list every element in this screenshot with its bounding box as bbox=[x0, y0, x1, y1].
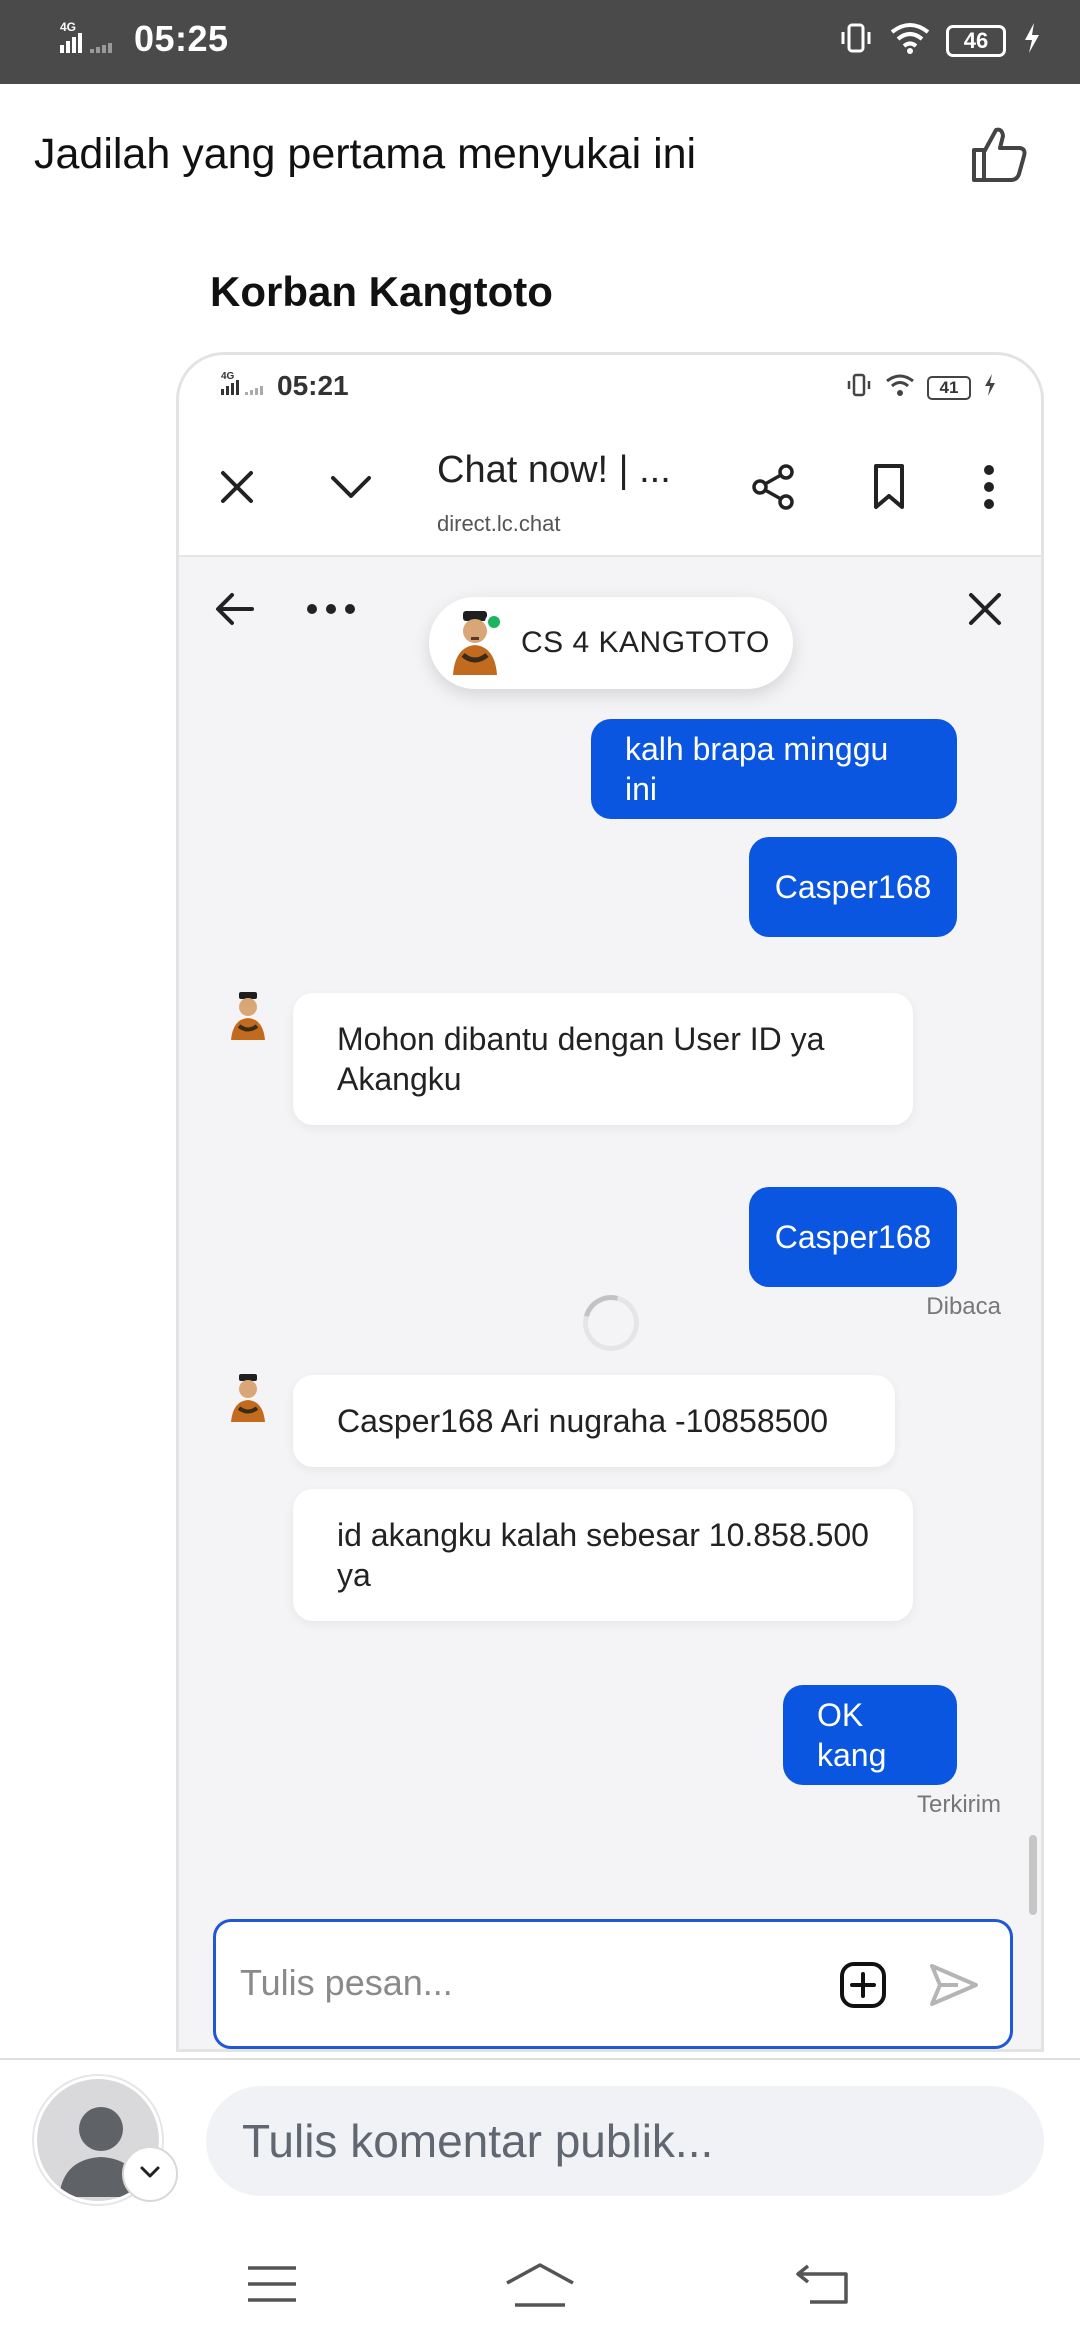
status-bar: 4G 05:25 46 bbox=[0, 0, 1080, 84]
read-receipt: Dibaca bbox=[926, 1293, 1001, 1320]
wifi-icon bbox=[890, 20, 930, 61]
share-button[interactable] bbox=[743, 459, 803, 519]
attached-screenshot[interactable]: 4G 05:21 41 Chat now! | ... direct.lc.ch… bbox=[176, 352, 1044, 2052]
avatar-switch-button[interactable] bbox=[122, 2146, 178, 2202]
page-url: direct.lc.chat bbox=[437, 511, 561, 536]
divider bbox=[0, 2058, 1080, 2060]
share-icon bbox=[748, 462, 798, 517]
browser-toolbar: Chat now! | ... direct.lc.chat bbox=[179, 419, 1041, 557]
inner-status-bar: 4G 05:21 41 bbox=[179, 355, 1041, 419]
back-arrow-icon bbox=[214, 589, 256, 634]
agent-avatar-small bbox=[225, 991, 271, 1041]
agent-pill[interactable]: CS 4 KANGTOTO bbox=[429, 597, 793, 689]
message-out[interactable]: kalh brapa minggu ini bbox=[591, 719, 957, 819]
home-icon bbox=[505, 2261, 575, 2312]
agent-avatar bbox=[445, 609, 505, 677]
signal-icon: 4G bbox=[58, 19, 120, 60]
loading-spinner bbox=[572, 1284, 650, 1362]
more-horiz-icon bbox=[305, 602, 357, 621]
message-out[interactable]: Casper168 bbox=[749, 837, 957, 937]
comment-input[interactable]: Tulis komentar publik... bbox=[206, 2086, 1044, 2196]
message-input-placeholder: Tulis pesan... bbox=[240, 1962, 453, 2003]
status-time: 05:25 bbox=[134, 18, 229, 59]
back-icon bbox=[794, 2262, 850, 2311]
signal-icon: 4G bbox=[221, 369, 267, 402]
system-nav-bar bbox=[0, 2230, 1080, 2340]
charging-icon bbox=[983, 373, 997, 402]
message-out[interactable]: Casper168 bbox=[749, 1187, 957, 1287]
like-button[interactable] bbox=[960, 118, 1036, 194]
chat-header: CS 4 KANGTOTO bbox=[179, 557, 1041, 689]
commenter-name[interactable]: Korban Kangtoto bbox=[210, 268, 553, 316]
send-icon bbox=[928, 1964, 980, 2014]
svg-text:4G: 4G bbox=[60, 20, 76, 34]
like-prompt: Jadilah yang pertama menyukai ini bbox=[34, 130, 697, 178]
close-chat-button[interactable] bbox=[955, 581, 1015, 641]
page-title: Chat now! | ... bbox=[437, 449, 671, 491]
bookmark-icon bbox=[869, 462, 909, 517]
vibrate-icon bbox=[838, 20, 874, 61]
close-icon bbox=[965, 589, 1005, 634]
back-button[interactable] bbox=[205, 581, 265, 641]
menu-icon bbox=[246, 2264, 298, 2309]
charging-icon bbox=[1022, 21, 1042, 60]
menu-button[interactable] bbox=[232, 2246, 312, 2326]
attach-button[interactable] bbox=[838, 1960, 888, 2015]
online-indicator bbox=[485, 613, 503, 631]
scrollbar[interactable] bbox=[1029, 1835, 1037, 1915]
send-button[interactable] bbox=[928, 1960, 980, 2015]
chevron-down-icon bbox=[329, 472, 373, 507]
wifi-icon bbox=[885, 372, 915, 403]
vibrate-icon bbox=[845, 371, 873, 404]
more-vert-icon bbox=[981, 464, 997, 515]
message-out[interactable]: OK kang bbox=[783, 1685, 957, 1785]
like-icon bbox=[966, 122, 1030, 191]
message-input[interactable]: Tulis pesan... bbox=[213, 1919, 1013, 2049]
battery-icon: 41 bbox=[927, 375, 971, 400]
close-tab-button[interactable] bbox=[207, 459, 267, 519]
svg-text:4G: 4G bbox=[221, 371, 235, 382]
chat-menu-button[interactable] bbox=[301, 581, 361, 641]
close-icon bbox=[217, 467, 257, 512]
sent-receipt: Terkirim bbox=[917, 1791, 1001, 1818]
message-in[interactable]: Casper168 Ari nugraha -10858500 bbox=[293, 1375, 895, 1467]
message-in[interactable]: id akangku kalah sebesar 10.858.500 ya bbox=[293, 1489, 913, 1621]
attach-icon bbox=[838, 1962, 888, 2014]
minimize-button[interactable] bbox=[321, 459, 381, 519]
more-options-button[interactable] bbox=[959, 459, 1019, 519]
home-button[interactable] bbox=[500, 2246, 580, 2326]
battery-icon: 46 bbox=[946, 24, 1006, 57]
chevron-down-icon bbox=[138, 2164, 162, 2185]
back-button[interactable] bbox=[782, 2246, 862, 2326]
comment-input-placeholder: Tulis komentar publik... bbox=[242, 2115, 714, 2167]
message-in[interactable]: Mohon dibantu dengan User ID ya Akangku bbox=[293, 993, 913, 1125]
agent-avatar-small bbox=[225, 1373, 271, 1423]
agent-name: CS 4 KANGTOTO bbox=[521, 626, 770, 659]
inner-status-time: 05:21 bbox=[277, 369, 349, 401]
bookmark-button[interactable] bbox=[859, 459, 919, 519]
